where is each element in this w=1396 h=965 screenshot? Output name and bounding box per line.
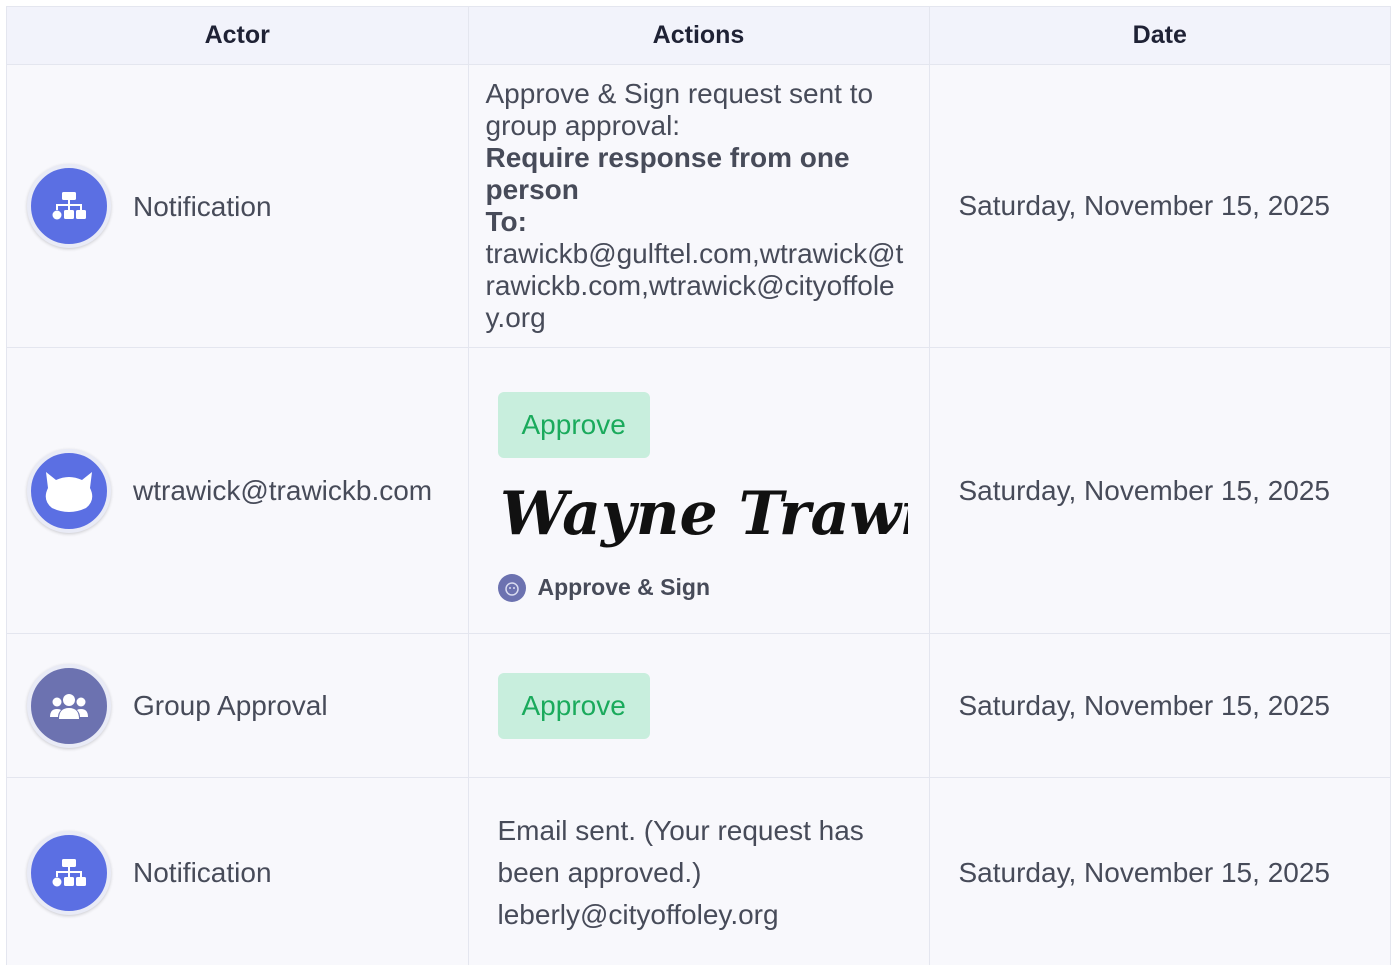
column-header-actor: Actor (7, 7, 469, 65)
table-header-row: Actor Actions Date (7, 7, 1390, 65)
approve-status-badge: Approve (497, 672, 650, 739)
signature-image: Wayne Trawick (498, 472, 1002, 568)
action-date: Saturday, November 15, 2025 (958, 474, 1330, 506)
audit-trail-panel: Actor Actions Date Notification Approve … (6, 6, 1391, 965)
actor-email: wtrawick@trawickb.com (133, 475, 433, 506)
response-requirement: Require response from one person (485, 142, 850, 205)
column-header-actions: Actions (468, 7, 930, 65)
actor-name: Notification (133, 857, 272, 888)
signature-text: Wayne Trawick (500, 479, 908, 549)
action-cell: Approve Wayne Trawick (468, 347, 1002, 634)
actor-cell: Notification (7, 64, 469, 348)
action-cell: Approve & Sign request sent to group app… (468, 64, 930, 348)
table-row: Notification Email sent. (Your request h… (7, 777, 1390, 965)
date-cell: Saturday, November 15, 2025 (929, 633, 1390, 778)
action-date: Saturday, November 15, 2025 (958, 856, 1330, 888)
actor-cell: Group Approval (7, 633, 469, 778)
action-cell: Email sent. (Your request has been appro… (468, 777, 930, 965)
action-date: Saturday, November 15, 2025 (958, 689, 1330, 721)
sitemap-icon (27, 830, 111, 915)
table-row: Group Approval Approve Saturday, Novembe… (7, 633, 1390, 778)
actor-name: Notification (133, 190, 272, 222)
actor-name: Group Approval (133, 690, 328, 721)
cat-icon (497, 573, 526, 602)
column-header-date: Date (929, 7, 1390, 65)
actor-cell: Notification (7, 777, 469, 965)
table-row: wtrawick@trawickb.com Approve Wayne Traw… (7, 347, 1390, 634)
date-cell: Saturday, November 15, 2025 (929, 64, 1390, 348)
action-cell: Approve (468, 633, 930, 778)
action-date: Saturday, November 15, 2025 (958, 190, 1330, 221)
audit-trail-table: Actor Actions Date Notification Approve … (7, 7, 1390, 965)
action-description: Approve & Sign request sent to group app… (485, 78, 874, 141)
recipients-label: To: (485, 206, 527, 237)
approve-status-badge: Approve (497, 391, 650, 458)
recipient-emails: trawickb@gulftel.com,wtrawick@trawickb.c… (485, 238, 904, 333)
approve-sign-indicator: Approve & Sign (497, 573, 909, 602)
approve-sign-label: Approve & Sign (537, 574, 711, 600)
cat-icon (27, 448, 111, 533)
action-description: Email sent. (Your request has been appro… (497, 814, 864, 930)
date-cell: Saturday, November 15, 2025 (929, 777, 1390, 965)
users-icon (27, 663, 111, 748)
sitemap-icon (27, 164, 111, 248)
actor-cell: wtrawick@trawickb.com (7, 347, 469, 634)
date-cell: Saturday, November 15, 2025 (929, 347, 1390, 634)
table-row: Notification Approve & Sign request sent… (7, 64, 1390, 348)
